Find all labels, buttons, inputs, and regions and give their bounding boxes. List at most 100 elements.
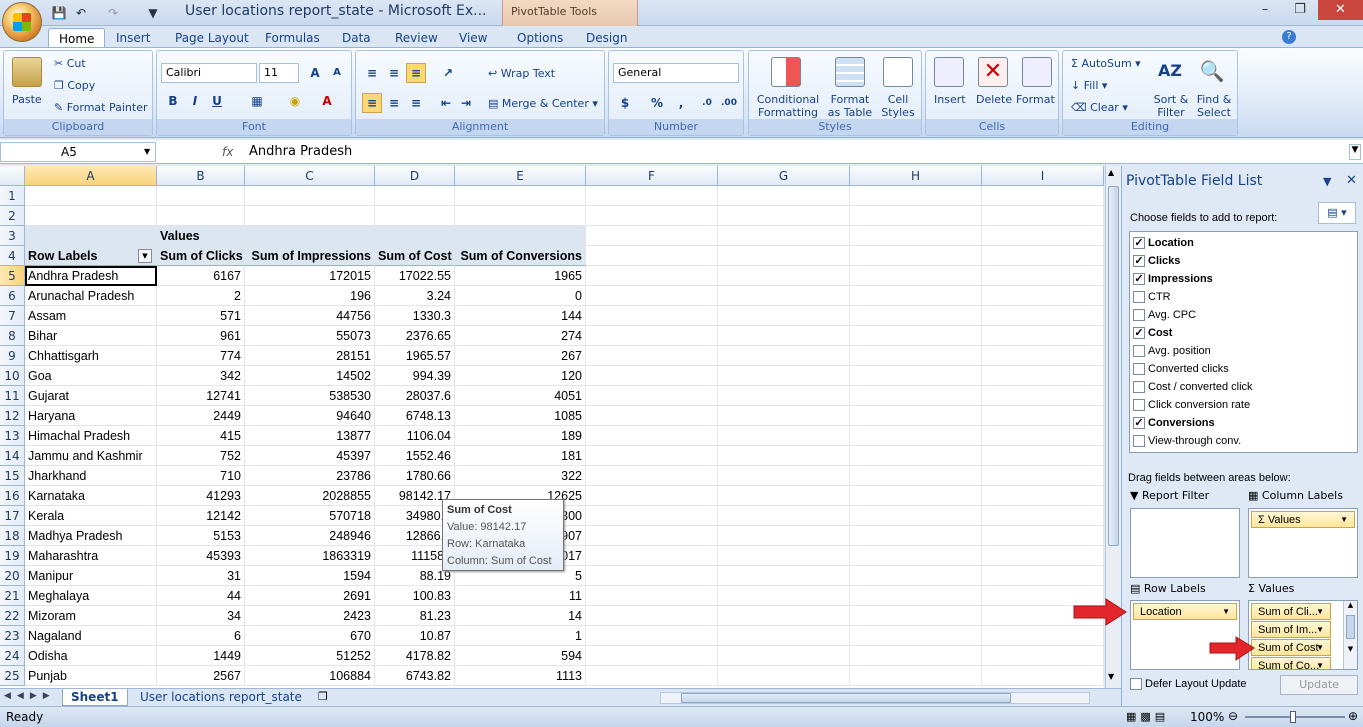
empty-cell[interactable] — [982, 666, 1104, 686]
empty-cell[interactable] — [850, 606, 982, 626]
value-cell[interactable]: 594 — [455, 646, 586, 666]
value-cell[interactable]: 181 — [455, 446, 586, 466]
zoom-out-icon[interactable]: ⊖ — [1228, 709, 1238, 723]
empty-cell[interactable] — [850, 386, 982, 406]
empty-cell[interactable] — [982, 466, 1104, 486]
value-item-clicks[interactable]: Sum of Cli... ▼ — [1251, 603, 1331, 620]
row-header[interactable]: 21 — [0, 586, 25, 606]
value-cell[interactable]: 2423 — [245, 606, 375, 626]
value-cell[interactable]: 1330.3 — [375, 306, 455, 326]
empty-cell[interactable] — [850, 226, 982, 246]
tab-view[interactable]: View — [449, 28, 497, 48]
wrap-text-button[interactable]: ↩ Wrap Text — [488, 67, 555, 80]
name-box-dropdown-icon[interactable]: ▼ — [144, 147, 150, 156]
field-impressions[interactable]: ✓ Impressions — [1133, 270, 1213, 288]
value-cell[interactable]: 14 — [455, 606, 586, 626]
value-cell[interactable]: 17022.55 — [375, 266, 455, 286]
empty-cell[interactable] — [982, 286, 1104, 306]
empty-cell[interactable] — [718, 186, 850, 206]
value-cell[interactable]: 6743.82 — [375, 666, 455, 686]
name-box[interactable]: A5 — [0, 142, 156, 162]
empty-cell[interactable] — [375, 206, 455, 226]
empty-cell[interactable] — [850, 466, 982, 486]
empty-cell[interactable] — [718, 226, 850, 246]
row-label-cell[interactable]: Maharashtra — [25, 546, 157, 566]
empty-cell[interactable] — [718, 526, 850, 546]
shrink-font-icon[interactable]: A — [327, 63, 347, 83]
empty-cell[interactable] — [850, 186, 982, 206]
row-label-cell[interactable]: Manipur — [25, 566, 157, 586]
empty-cell[interactable] — [982, 626, 1104, 646]
empty-cell[interactable] — [850, 426, 982, 446]
empty-cell[interactable] — [718, 286, 850, 306]
empty-cell[interactable] — [586, 566, 718, 586]
empty-cell[interactable] — [586, 526, 718, 546]
value-cell[interactable]: 2 — [157, 286, 245, 306]
empty-cell[interactable] — [586, 246, 718, 266]
value-cell[interactable]: 1106.04 — [375, 426, 455, 446]
empty-cell[interactable] — [718, 606, 850, 626]
empty-cell[interactable] — [718, 366, 850, 386]
value-cell[interactable]: 81.23 — [375, 606, 455, 626]
align-bottom-icon[interactable]: ≡ — [406, 63, 426, 83]
align-left-icon[interactable]: ≡ — [362, 93, 382, 113]
row-header[interactable]: 5 — [0, 266, 25, 286]
bold-icon[interactable]: B — [163, 91, 183, 111]
row-label-cell[interactable]: Karnataka — [25, 486, 157, 506]
insert-sheet-icon[interactable]: ❐ — [318, 690, 328, 703]
checkbox-icon[interactable] — [1133, 309, 1145, 322]
empty-cell[interactable] — [586, 466, 718, 486]
align-center-icon[interactable]: ≡ — [384, 93, 404, 113]
checkbox-icon[interactable] — [1133, 399, 1145, 412]
empty-cell[interactable] — [982, 446, 1104, 466]
close-button[interactable]: ✕ — [1318, 0, 1363, 20]
checkbox-icon[interactable] — [1133, 435, 1145, 448]
row-label-cell[interactable]: Goa — [25, 366, 157, 386]
empty-cell[interactable] — [718, 346, 850, 366]
checkbox-icon[interactable] — [1133, 345, 1145, 358]
empty-cell[interactable] — [586, 606, 718, 626]
values-scrollbar[interactable]: ▲ ▼ — [1343, 601, 1357, 669]
scroll-up-icon[interactable]: ▲ — [1344, 601, 1357, 609]
empty-cell[interactable] — [718, 386, 850, 406]
empty-cell[interactable] — [982, 566, 1104, 586]
empty-cell[interactable] — [586, 366, 718, 386]
align-top-icon[interactable]: ≡ — [362, 63, 382, 83]
defer-layout-checkbox[interactable]: Defer Layout Update — [1130, 678, 1247, 691]
tab-design[interactable]: Design — [576, 28, 637, 48]
value-column-header[interactable]: Sum of Clicks — [157, 246, 245, 266]
value-cell[interactable]: 1449 — [157, 646, 245, 666]
scroll-down-icon[interactable]: ▼ — [1108, 672, 1114, 681]
empty-cell[interactable] — [586, 506, 718, 526]
checked-checkbox-icon[interactable]: ✓ — [1133, 327, 1145, 340]
merge-center-button[interactable]: ▤ Merge & Center ▾ — [488, 97, 598, 110]
value-cell[interactable]: 45397 — [245, 446, 375, 466]
h-scroll-thumb[interactable] — [681, 693, 1011, 703]
empty-cell[interactable] — [718, 666, 850, 686]
empty-cell[interactable] — [982, 506, 1104, 526]
empty-cell[interactable] — [718, 466, 850, 486]
value-cell[interactable]: 2691 — [245, 586, 375, 606]
value-cell[interactable]: 4178.82 — [375, 646, 455, 666]
value-cell[interactable]: 144 — [455, 306, 586, 326]
empty-cell[interactable] — [25, 226, 157, 246]
value-cell[interactable]: 6167 — [157, 266, 245, 286]
empty-cell[interactable] — [850, 286, 982, 306]
value-cell[interactable]: 1965 — [455, 266, 586, 286]
values-scroll-thumb[interactable] — [1346, 615, 1355, 639]
empty-cell[interactable] — [718, 406, 850, 426]
fill-color-icon[interactable]: ◉ — [285, 91, 305, 111]
restore-button[interactable]: ❐ — [1285, 0, 1315, 20]
checkbox-icon[interactable] — [1133, 381, 1145, 394]
checkbox-icon[interactable] — [1133, 291, 1145, 304]
empty-cell[interactable] — [982, 366, 1104, 386]
tab-home[interactable]: Home — [48, 28, 106, 48]
row-label-cell[interactable]: Jharkhand — [25, 466, 157, 486]
empty-cell[interactable] — [850, 406, 982, 426]
scroll-up-icon[interactable]: ▲ — [1108, 168, 1114, 177]
zoom-level[interactable]: 100% — [1190, 710, 1224, 724]
row-header[interactable]: 17 — [0, 506, 25, 526]
zoom-in-icon[interactable]: ⊕ — [1348, 709, 1358, 723]
empty-cell[interactable] — [850, 326, 982, 346]
empty-cell[interactable] — [586, 486, 718, 506]
